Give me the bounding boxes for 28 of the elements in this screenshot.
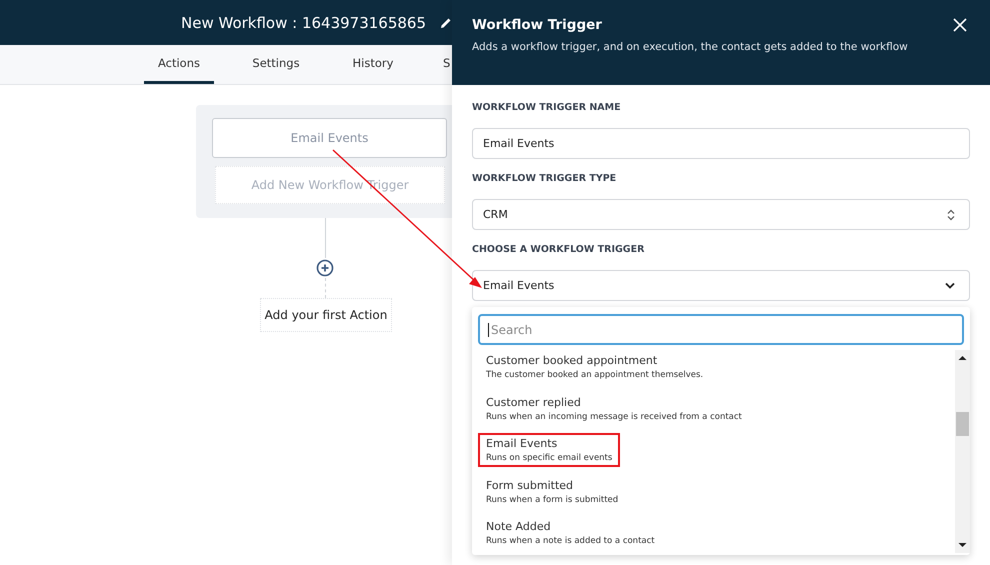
trigger-option[interactable]: Customer replied Runs when an incoming message is received from a contact xyxy=(478,392,750,426)
field-label: CHOOSE A WORKFLOW TRIGGER xyxy=(472,244,646,255)
trigger-option[interactable]: Note Added Runs when a note is added to a contact xyxy=(478,516,663,550)
trigger-dropdown[interactable]: Email Events xyxy=(472,270,970,301)
field-label: WORKFLOW TRIGGER TYPE xyxy=(472,173,618,184)
tab[interactable]: Settings xyxy=(241,45,311,84)
add-action-button[interactable]: Add your first Action xyxy=(260,298,392,332)
chevron-down-icon xyxy=(945,282,955,289)
trigger-option[interactable]: Form submitted Runs when a form is submitted xyxy=(478,474,626,508)
scrollbar-thumb[interactable] xyxy=(956,412,969,436)
tab[interactable]: History xyxy=(338,45,408,84)
close-icon[interactable] xyxy=(953,18,967,32)
trigger-option[interactable]: Email Events Runs on specific email events xyxy=(478,433,620,467)
connector-line xyxy=(325,218,326,258)
field-label: WORKFLOW TRIGGER NAME xyxy=(472,102,622,113)
panel-subtitle: Adds a workflow trigger, and on execution, the contact gets added to the workflow xyxy=(472,41,909,53)
search-field[interactable]: Search xyxy=(478,314,964,345)
type-select[interactable]: CRM xyxy=(472,199,970,230)
tab[interactable]: Actions xyxy=(144,45,214,84)
add-icon[interactable] xyxy=(316,259,334,277)
panel-title: Workflow Trigger xyxy=(472,17,602,33)
workflow-title: New Workflow : 1643973165865 xyxy=(181,14,426,32)
edit-icon[interactable] xyxy=(440,16,452,28)
name-field[interactable]: Email Events xyxy=(472,128,970,159)
tab[interactable]: S xyxy=(443,45,450,84)
scrollbar[interactable] xyxy=(955,350,970,553)
trigger-option[interactable]: Customer booked appointment The customer booked an appointment themselves. xyxy=(478,350,712,384)
sort-icon xyxy=(947,208,955,220)
